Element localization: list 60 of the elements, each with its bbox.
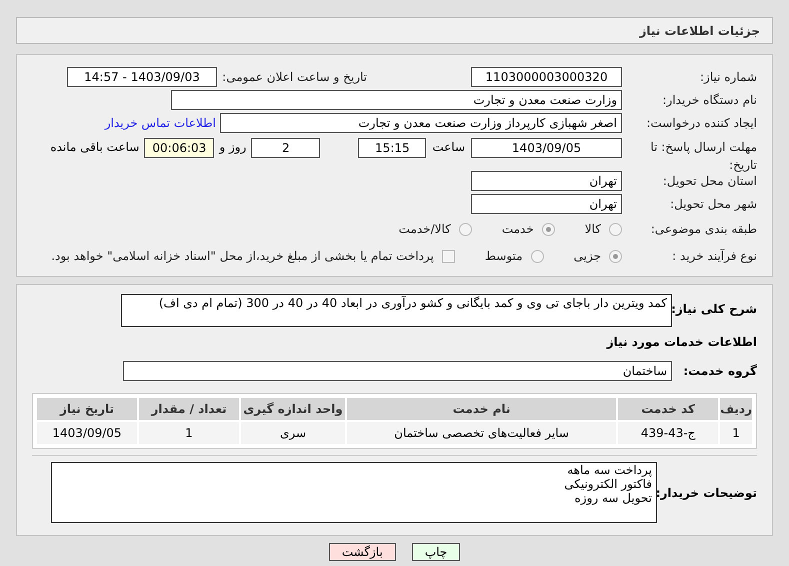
column-header: واحد اندازه گیری — [241, 398, 345, 420]
text-field[interactable]: 2 — [251, 138, 320, 158]
table-cell: ج-43-439 — [618, 422, 718, 444]
field-label: استان محل تحویل: — [662, 173, 757, 190]
page-title: جزئیات اطلاعات نیاز — [639, 22, 760, 40]
table-cell: سایر فعالیت‌های تخصصی ساختمان — [347, 422, 616, 444]
radio-label: خدمت — [502, 221, 534, 238]
radio-button[interactable] — [609, 222, 622, 236]
radio-button[interactable] — [609, 250, 622, 262]
radio-button[interactable] — [458, 222, 472, 236]
column-header: تاریخ نیاز — [37, 398, 137, 420]
text-field[interactable]: ساختمان — [123, 361, 672, 381]
field-label: نوع فرآیند خرید : — [671, 248, 757, 265]
radio-label: کالا/خدمت — [398, 221, 451, 238]
text-field[interactable]: وزارت صنعت معدن و تجارت — [171, 90, 622, 110]
field-label: توضیحات خریدار: — [657, 484, 757, 502]
field-label: شهر محل تحویل: — [669, 196, 757, 213]
field-label: گروه خدمت: — [682, 363, 757, 380]
text-field[interactable]: تهران — [471, 171, 622, 191]
back-button[interactable]: بازگشت — [328, 543, 396, 561]
text-field[interactable]: 15:15 — [358, 138, 426, 158]
text-field[interactable]: 1403/09/03 - 14:57 — [67, 67, 217, 87]
field-label: ساعت — [432, 139, 465, 156]
field-label: شرح کلی نیاز: — [672, 301, 757, 318]
radio-label: متوسط — [484, 248, 523, 265]
text-field[interactable]: 1403/09/05 — [471, 138, 622, 158]
column-header: کد خدمت — [618, 398, 718, 420]
countdown-field[interactable]: 00:06:03 — [144, 138, 214, 158]
column-header: ردیف — [720, 398, 752, 420]
table-cell: 1 — [720, 422, 752, 444]
note-line: تحویل سه روزه — [574, 491, 652, 505]
note-line: فاکتور الکترونیکی — [564, 477, 652, 491]
notes-textarea[interactable]: پرداخت سه ماهه فاکتور الکترونیکی تحویل سه روزه — [51, 462, 657, 523]
checkbox-label: پرداخت تمام یا بخشی از مبلغ خرید،از محل "اسناد خزانه اسلامی" خواهد بود. — [51, 248, 434, 265]
radio-button[interactable] — [542, 222, 555, 236]
column-header: تعداد / مقدار — [139, 398, 239, 420]
note-line: پرداخت سه ماهه — [567, 463, 652, 477]
radio-button[interactable] — [530, 250, 544, 262]
print-button[interactable]: چاپ — [412, 543, 460, 561]
column-header: نام خدمت — [347, 398, 616, 420]
text-field[interactable]: تهران — [471, 194, 622, 214]
field-label: تاریخ و ساعت اعلان عمومی: — [221, 69, 367, 86]
field-label: ساعت باقی مانده — [50, 139, 140, 156]
section-heading: اطلاعات خدمات مورد نیاز — [605, 334, 757, 351]
field-label: طبقه بندی موضوعی: — [650, 221, 757, 238]
text-field[interactable]: 1103000003000320 — [471, 67, 622, 87]
table-cell: 1403/09/05 — [37, 422, 137, 444]
contact-link[interactable]: اطلاعات تماس خریدار — [104, 114, 216, 132]
field-label: ایجاد کننده درخواست: — [645, 115, 757, 132]
table-cell: سری — [241, 422, 345, 444]
radio-label: کالا — [584, 221, 601, 238]
field-label: مهلت ارسال پاسخ: تا تاریخ: — [649, 139, 757, 174]
field-label: نام دستگاه خریدار: — [662, 92, 757, 109]
field-label: روز و — [219, 139, 246, 156]
field-label: شماره نیاز: — [699, 69, 757, 86]
checkbox[interactable] — [442, 250, 455, 262]
text-field[interactable]: اصغر شهبازی کارپرداز وزارت صنعت معدن و تجارت — [220, 113, 622, 133]
radio-label: جزیی — [574, 248, 601, 265]
description-textarea[interactable]: کمد ویترین دار باجای تی وی و کمد بایگانی و کشو درآوری در ابعاد 40 در 40 در 300 (تمام ام دی اف) — [121, 294, 672, 327]
table-cell: 1 — [139, 422, 239, 444]
